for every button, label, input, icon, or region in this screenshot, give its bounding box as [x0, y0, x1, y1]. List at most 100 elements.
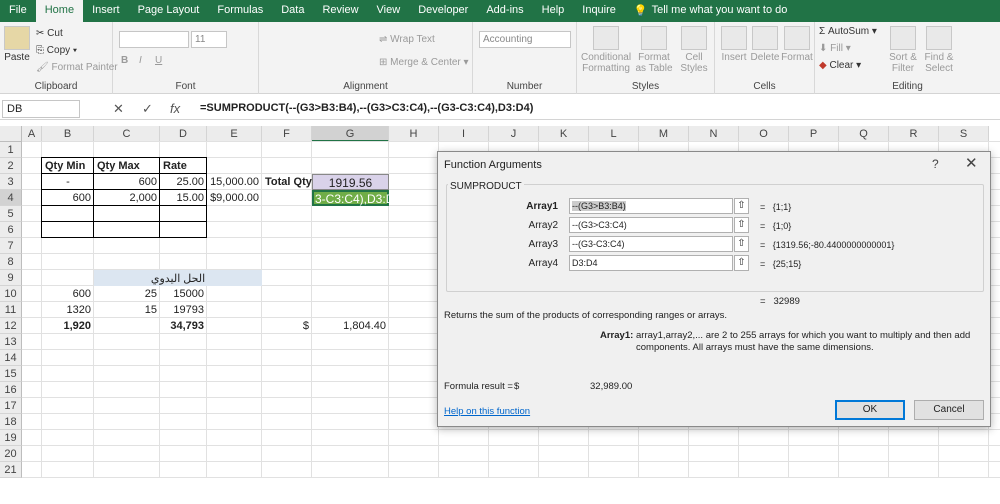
column-header-m[interactable]: M [639, 126, 689, 142]
cell-b4[interactable]: 600 [42, 190, 94, 206]
cell-e4[interactable]: $9,000.00 [207, 190, 262, 206]
row-header-6[interactable]: 6 [0, 222, 22, 238]
row-header-9[interactable]: 9 [0, 270, 22, 286]
tab-file[interactable]: File [0, 0, 36, 22]
sort-filter-button[interactable]: Sort & Filter [885, 26, 921, 74]
row-header-16[interactable]: 16 [0, 382, 22, 398]
select-all-corner[interactable] [0, 126, 22, 142]
tab-home[interactable]: Home [35, 0, 84, 22]
array4-collapse-icon[interactable]: ⇧ [734, 255, 749, 271]
column-header-a[interactable]: A [22, 126, 42, 142]
format-painter-button[interactable]: 🖌 Format Painter [36, 62, 118, 73]
paste-button[interactable]: Paste [4, 26, 30, 63]
cell-b2[interactable]: Qty Min [42, 158, 94, 174]
column-header-k[interactable]: K [539, 126, 589, 142]
tell-me-box[interactable]: 💡 Tell me what you want to do [625, 0, 796, 22]
tab-review[interactable]: Review [313, 0, 367, 22]
number-format-select[interactable]: Accounting [479, 31, 571, 48]
row-header-7[interactable]: 7 [0, 238, 22, 254]
delete-cells-button[interactable]: Delete [749, 26, 781, 63]
name-box[interactable]: DB [2, 100, 80, 118]
enter-formula-icon[interactable]: ✓ [142, 101, 153, 117]
cell-c10[interactable]: 25 [94, 286, 160, 302]
wrap-text-button[interactable]: ⇌ Wrap Text [379, 34, 435, 45]
underline-button[interactable]: U [155, 55, 162, 66]
font-size-input[interactable]: 11 [191, 31, 227, 48]
cancel-formula-icon[interactable]: ✕ [113, 101, 124, 117]
cut-button[interactable]: ✂ Cut [36, 28, 63, 39]
tab-page-layout[interactable]: Page Layout [129, 0, 209, 22]
tab-add-ins[interactable]: Add-ins [477, 0, 532, 22]
column-header-q[interactable]: Q [839, 126, 889, 142]
cell-g4[interactable]: 3-C3:C4),D3:D4) [312, 190, 389, 206]
column-header-n[interactable]: N [689, 126, 739, 142]
cell-d2[interactable]: Rate [160, 158, 207, 174]
row-header-2[interactable]: 2 [0, 158, 22, 174]
cell-d4[interactable]: 15.00 [160, 190, 207, 206]
fill-button[interactable]: ⬇ Fill ▾ [819, 43, 851, 54]
cell-c11[interactable]: 15 [94, 302, 160, 318]
tab-developer[interactable]: Developer [409, 0, 477, 22]
array1-input[interactable]: --(G3>B3:B4) [569, 198, 733, 214]
cell-g3[interactable]: 1919.56 [312, 174, 389, 190]
insert-cells-button[interactable]: Insert [719, 26, 749, 63]
row-header-20[interactable]: 20 [0, 446, 22, 462]
cell-b3[interactable]: - [42, 174, 94, 190]
column-header-j[interactable]: J [489, 126, 539, 142]
font-name-input[interactable] [119, 31, 189, 48]
help-on-function-link[interactable]: Help on this function [444, 406, 530, 417]
cell-d11[interactable]: 19793 [160, 302, 207, 318]
cell-d10[interactable]: 15000 [160, 286, 207, 302]
formula-input[interactable]: =SUMPRODUCT(--(G3>B3:B4),--(G3>C3:C4),--… [200, 102, 533, 114]
tab-insert[interactable]: Insert [83, 0, 129, 22]
column-header-p[interactable]: P [789, 126, 839, 142]
cell-d3[interactable]: 25.00 [160, 174, 207, 190]
column-header-b[interactable]: B [42, 126, 94, 142]
row-header-10[interactable]: 10 [0, 286, 22, 302]
row-header-13[interactable]: 13 [0, 334, 22, 350]
tab-inquire[interactable]: Inquire [573, 0, 625, 22]
row-header-5[interactable]: 5 [0, 206, 22, 222]
cell-b11[interactable]: 1320 [42, 302, 94, 318]
conditional-formatting-button[interactable]: Conditional Formatting [581, 26, 631, 74]
tab-formulas[interactable]: Formulas [208, 0, 272, 22]
row-header-17[interactable]: 17 [0, 398, 22, 414]
clear-button[interactable]: ◆ Clear ▾ [819, 60, 861, 71]
format-as-table-button[interactable]: Format as Table [633, 26, 675, 74]
column-header-r[interactable]: R [889, 126, 939, 142]
column-header-s[interactable]: S [939, 126, 989, 142]
cell-b10[interactable]: 600 [42, 286, 94, 302]
cell-f3[interactable]: Total Qty [262, 174, 312, 190]
cell-b12[interactable]: 1,920 [42, 318, 94, 334]
help-icon[interactable]: ? [932, 157, 939, 171]
format-cells-button[interactable]: Format [781, 26, 813, 63]
column-header-e[interactable]: E [207, 126, 262, 142]
row-header-15[interactable]: 15 [0, 366, 22, 382]
row-header-18[interactable]: 18 [0, 414, 22, 430]
tab-help[interactable]: Help [533, 0, 574, 22]
bold-button[interactable]: B [121, 55, 128, 66]
column-header-h[interactable]: H [389, 126, 439, 142]
array1-collapse-icon[interactable]: ⇧ [734, 198, 749, 214]
autosum-button[interactable]: Σ AutoSum ▾ [819, 26, 877, 37]
column-header-l[interactable]: L [589, 126, 639, 142]
copy-button[interactable]: ⎘ Copy ▾ [36, 45, 77, 56]
row-header-1[interactable]: 1 [0, 142, 22, 158]
row-header-4[interactable]: 4 [0, 190, 22, 206]
row-header-3[interactable]: 3 [0, 174, 22, 190]
close-icon[interactable]: ✕ [965, 154, 978, 172]
italic-button[interactable]: I [139, 55, 142, 66]
row-header-21[interactable]: 21 [0, 462, 22, 478]
array2-collapse-icon[interactable]: ⇧ [734, 217, 749, 233]
row-header-12[interactable]: 12 [0, 318, 22, 334]
merge-center-button[interactable]: ⊞ Merge & Center ▾ [379, 57, 469, 68]
cell-c4[interactable]: 2,000 [94, 190, 160, 206]
array3-collapse-icon[interactable]: ⇧ [734, 236, 749, 252]
column-header-g[interactable]: G [312, 126, 389, 142]
column-header-f[interactable]: F [262, 126, 312, 142]
column-header-o[interactable]: O [739, 126, 789, 142]
row-header-19[interactable]: 19 [0, 430, 22, 446]
cell-g12[interactable]: 1,804.40 [312, 318, 389, 334]
row-header-11[interactable]: 11 [0, 302, 22, 318]
tab-data[interactable]: Data [272, 0, 313, 22]
